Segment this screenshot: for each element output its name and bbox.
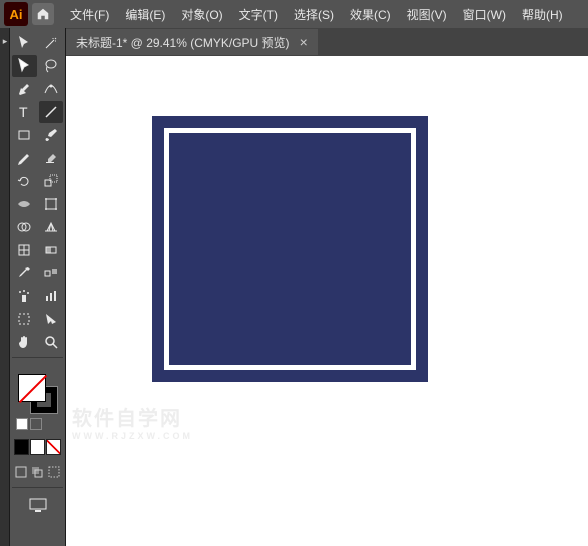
fill-stroke-control[interactable] [12, 368, 63, 434]
canvas[interactable]: 软件自学网 WWW.RJZXW.COM [66, 56, 588, 546]
selection-tool[interactable] [12, 32, 37, 54]
hand-tool[interactable] [12, 331, 37, 353]
width-tool[interactable] [12, 193, 37, 215]
menu-bar: Ai 文件(F) 编辑(E) 对象(O) 文字(T) 选择(S) 效果(C) 视… [0, 0, 588, 28]
document-tab[interactable]: 未标题-1* @ 29.41% (CMYK/GPU 预览) × [66, 29, 318, 55]
curvature-tool[interactable] [39, 78, 64, 100]
column-graph-tool[interactable] [39, 285, 64, 307]
menu-file[interactable]: 文件(F) [62, 0, 117, 28]
perspective-grid-tool[interactable] [39, 216, 64, 238]
draw-normal-icon[interactable] [14, 464, 28, 479]
home-button[interactable] [32, 3, 54, 25]
gradient-tool[interactable] [39, 239, 64, 261]
document-area: 未标题-1* @ 29.41% (CMYK/GPU 预览) × 软件自学网 WW… [66, 28, 588, 546]
color-swatch-white[interactable] [30, 439, 45, 455]
menu-effect[interactable]: 效果(C) [342, 0, 399, 28]
document-tab-label: 未标题-1* @ 29.41% (CMYK/GPU 预览) [76, 34, 290, 51]
workspace: ▸ T [0, 28, 588, 546]
menu-window[interactable]: 窗口(W) [455, 0, 514, 28]
expand-panels-icon[interactable]: ▸ [0, 28, 10, 54]
mesh-tool[interactable] [12, 239, 37, 261]
blend-tool[interactable] [39, 262, 64, 284]
draw-behind-icon[interactable] [30, 464, 44, 479]
pen-tool[interactable] [12, 78, 37, 100]
line-segment-tool[interactable] [39, 101, 64, 123]
menu-type[interactable]: 文字(T) [231, 0, 286, 28]
rectangle-tool[interactable] [12, 124, 37, 146]
document-tab-bar: 未标题-1* @ 29.41% (CMYK/GPU 预览) × [66, 28, 588, 56]
menu-view[interactable]: 视图(V) [399, 0, 455, 28]
toolbox: T [10, 28, 66, 546]
type-tool[interactable]: T [12, 101, 37, 123]
app-icon: Ai [4, 2, 28, 26]
color-mode-row [14, 439, 61, 455]
symbol-sprayer-tool[interactable] [12, 285, 37, 307]
artboard-tool[interactable] [12, 308, 37, 330]
lasso-tool[interactable] [39, 55, 64, 77]
svg-text:T: T [19, 104, 28, 120]
rotate-tool[interactable] [12, 170, 37, 192]
fill-color-box[interactable] [18, 374, 46, 402]
menu-edit[interactable]: 编辑(E) [117, 0, 173, 28]
artwork-rectangle-inner[interactable] [164, 128, 416, 370]
panel-dock-left: ▸ [0, 28, 10, 546]
color-swatch-black[interactable] [14, 439, 29, 455]
scale-tool[interactable] [39, 170, 64, 192]
zoom-tool[interactable] [39, 331, 64, 353]
slice-tool[interactable] [39, 308, 64, 330]
drawing-modes [14, 464, 61, 479]
paintbrush-tool[interactable] [39, 124, 64, 146]
magic-wand-tool[interactable] [39, 32, 64, 54]
artwork-rectangle-outer[interactable] [152, 116, 428, 382]
menu-select[interactable]: 选择(S) [286, 0, 342, 28]
free-transform-tool[interactable] [39, 193, 64, 215]
swap-fill-stroke-icon[interactable] [30, 418, 42, 430]
watermark: 软件自学网 WWW.RJZXW.COM [72, 402, 193, 441]
shaper-tool[interactable] [12, 147, 37, 169]
direct-selection-tool[interactable] [12, 55, 37, 77]
draw-inside-icon[interactable] [47, 464, 61, 479]
menu-object[interactable]: 对象(O) [173, 0, 230, 28]
menu-help[interactable]: 帮助(H) [514, 0, 571, 28]
color-swatch-none[interactable] [46, 439, 61, 455]
eraser-tool[interactable] [39, 147, 64, 169]
close-tab-icon[interactable]: × [300, 34, 308, 50]
eyedropper-tool[interactable] [12, 262, 37, 284]
screen-mode-button[interactable] [14, 498, 61, 512]
shape-builder-tool[interactable] [12, 216, 37, 238]
default-fill-stroke-icon[interactable] [16, 418, 28, 430]
